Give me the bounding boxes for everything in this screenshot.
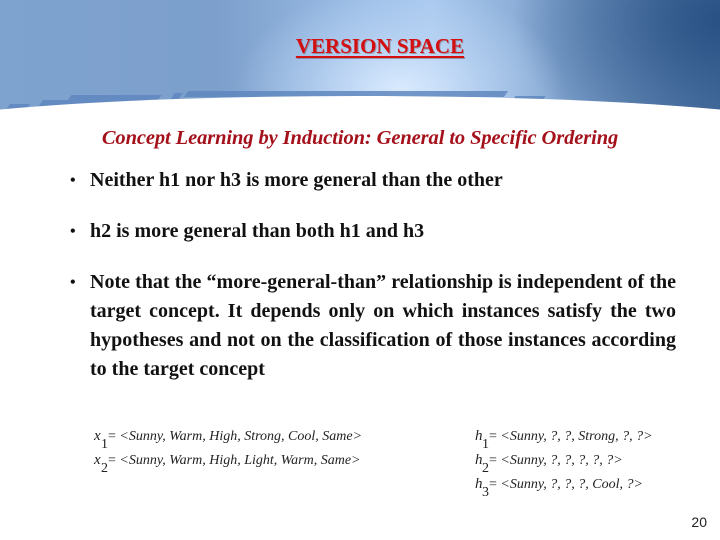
hypothesis-value: <Sunny, ?, ?, ?, ?, ?>	[500, 453, 623, 468]
variable-subscript: 2	[101, 461, 108, 476]
instance-row: x 2 = <Sunny, Warm, High, Light, Warm, Sam…	[94, 452, 362, 476]
bullet-text: Note that the “more-general-than” relati…	[90, 271, 676, 380]
instance-value: <Sunny, Warm, High, Strong, Cool, Same>	[119, 429, 363, 444]
equals-sign: =	[489, 477, 497, 492]
equals-sign: =	[489, 429, 497, 444]
bullet-item: • h2 is more general than both h1 and h3	[70, 217, 676, 246]
variable-name: x	[94, 452, 101, 468]
hypothesis-variable: h2	[475, 452, 489, 476]
variable-subscript: 3	[482, 485, 489, 500]
slide-subtitle: Concept Learning by Induction: General t…	[101, 127, 619, 149]
variable-subscript: 1	[101, 437, 108, 452]
instance-row: x 1 = <Sunny, Warm, High, Strong, Cool, Sa…	[94, 428, 362, 452]
variable-subscript: 2	[482, 461, 489, 476]
equals-sign: =	[108, 429, 116, 444]
variable-subscript: 1	[482, 437, 489, 452]
bullet-icon: •	[70, 223, 76, 240]
slide-title: VERSION SPACE	[295, 34, 465, 58]
hypothesis-variable: h1	[475, 428, 489, 452]
bullet-text: h2 is more general than both h1 and h3	[90, 220, 425, 242]
slide: VERSION SPACE Concept Learning by Induct…	[0, 0, 720, 540]
equals-sign: =	[108, 453, 116, 468]
instance-variable: x1	[94, 428, 108, 452]
hypotheses-block: h 1 = <Sunny, ?, ?, Strong, ?, ?> h 2 = <Sun…	[475, 428, 653, 500]
equals-sign: =	[489, 453, 497, 468]
bullet-icon: •	[70, 172, 76, 189]
bullet-text: Neither h1 nor h3 is more general than t…	[90, 169, 503, 191]
instance-value: <Sunny, Warm, High, Light, Warm, Same>	[119, 453, 361, 468]
bullet-icon: •	[70, 274, 76, 291]
instance-variable: x2	[94, 452, 108, 476]
hypothesis-row: h 1 = <Sunny, ?, ?, Strong, ?, ?>	[475, 428, 653, 452]
instances-block: x 1 = <Sunny, Warm, High, Strong, Cool, Sa…	[94, 428, 362, 476]
bullet-item: • Neither h1 nor h3 is more general than…	[70, 166, 676, 195]
hypothesis-value: <Sunny, ?, ?, ?, Cool, ?>	[500, 477, 643, 492]
bullet-list: • Neither h1 nor h3 is more general than…	[70, 166, 676, 406]
bullet-item: • Note that the “more-general-than” rela…	[70, 268, 676, 384]
hypothesis-value: <Sunny, ?, ?, Strong, ?, ?>	[500, 429, 653, 444]
page-number: 20	[691, 514, 707, 530]
hypothesis-row: h 3 = <Sunny, ?, ?, ?, Cool, ?>	[475, 476, 653, 500]
hypothesis-variable: h3	[475, 476, 489, 500]
variable-name: x	[94, 428, 101, 444]
hypothesis-row: h 2 = <Sunny, ?, ?, ?, ?, ?>	[475, 452, 653, 476]
